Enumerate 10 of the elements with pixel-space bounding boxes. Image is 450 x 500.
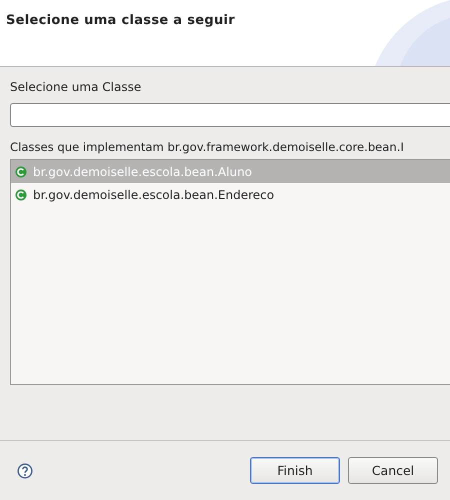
class-icon	[15, 188, 27, 200]
dialog-title: Selecione uma classe a seguir	[5, 12, 235, 30]
dialog-button[interactable]: Finish	[250, 457, 340, 484]
class-list-item[interactable]: br.gov.demoiselle.escola.bean.Endereco	[11, 183, 450, 206]
list-label: Classes que implementam br.gov.framework.demoiselle.core.bean.I	[10, 140, 405, 154]
class-icon	[15, 166, 27, 178]
help-icon[interactable]	[17, 462, 33, 478]
dialog-button[interactable]: Cancel	[348, 457, 438, 484]
filter-label: Selecione uma Classe	[10, 80, 142, 96]
filter-field[interactable]	[10, 103, 450, 127]
